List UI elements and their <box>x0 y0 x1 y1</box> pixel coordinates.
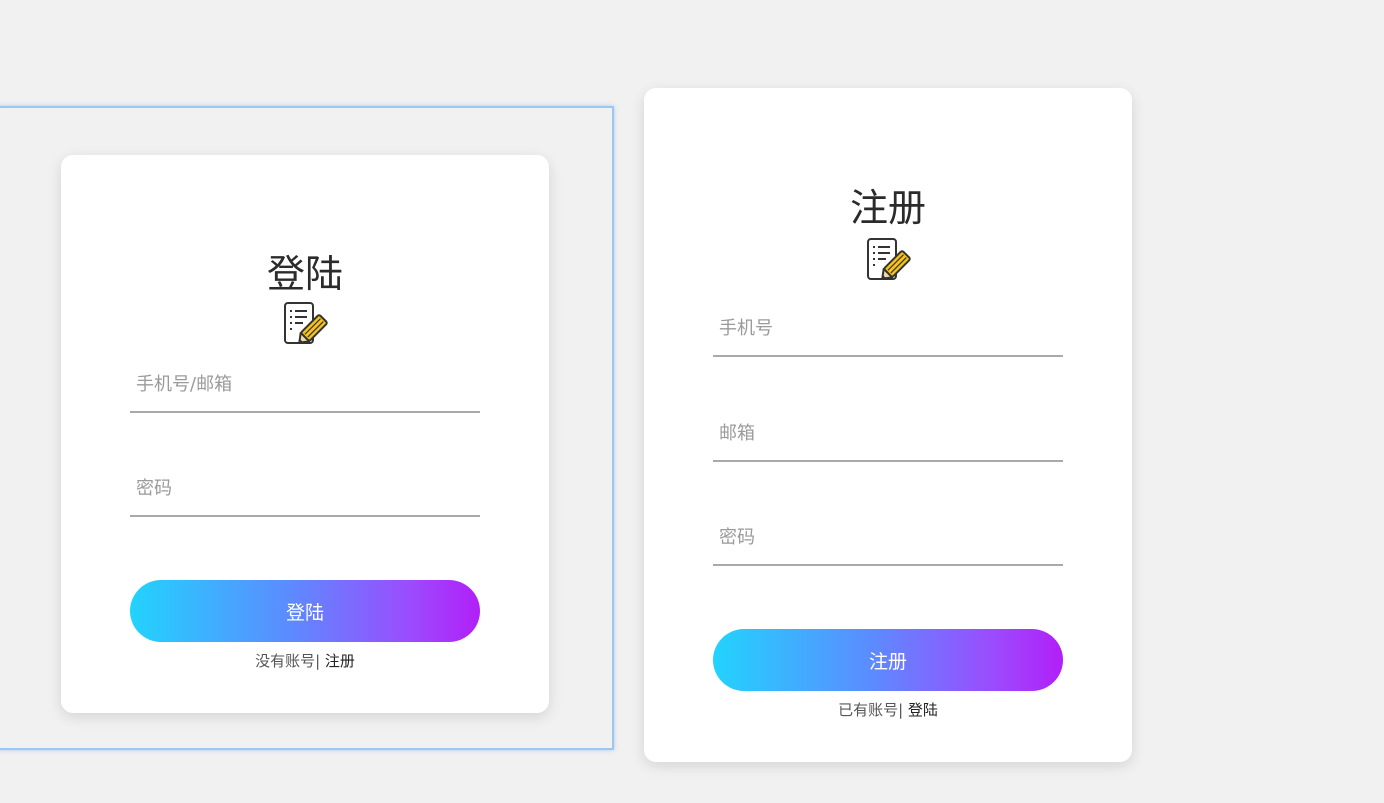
phone-field[interactable] <box>713 301 1063 357</box>
page: 登陆 登陆 没有账号| 注册 <box>0 0 1384 803</box>
email-field[interactable] <box>713 406 1063 462</box>
password-input[interactable] <box>130 461 480 515</box>
edit-document-icon <box>284 302 328 344</box>
register-link[interactable]: 注册 <box>325 652 355 670</box>
switch-prefix: 已有账号| <box>838 701 904 719</box>
register-title: 注册 <box>849 186 926 230</box>
email-input[interactable] <box>713 406 1063 460</box>
register-card: 注册 注册 <box>644 88 1132 762</box>
phone-input[interactable] <box>713 301 1063 355</box>
login-button[interactable]: 登陆 <box>130 580 480 642</box>
switch-prefix: 没有账号| <box>255 652 321 670</box>
login-card: 登陆 登陆 没有账号| 注册 <box>61 155 549 713</box>
password-field[interactable] <box>130 461 480 517</box>
register-password-field[interactable] <box>713 510 1063 566</box>
login-link[interactable]: 登陆 <box>908 701 938 719</box>
switch-to-login: 已有账号| 登陆 <box>644 699 1132 720</box>
edit-document-icon <box>867 238 911 280</box>
register-button[interactable]: 注册 <box>713 629 1063 691</box>
login-title: 登陆 <box>266 252 343 296</box>
switch-to-register: 没有账号| 注册 <box>61 650 549 671</box>
account-input[interactable] <box>130 357 480 411</box>
register-password-input[interactable] <box>713 510 1063 564</box>
account-field[interactable] <box>130 357 480 413</box>
